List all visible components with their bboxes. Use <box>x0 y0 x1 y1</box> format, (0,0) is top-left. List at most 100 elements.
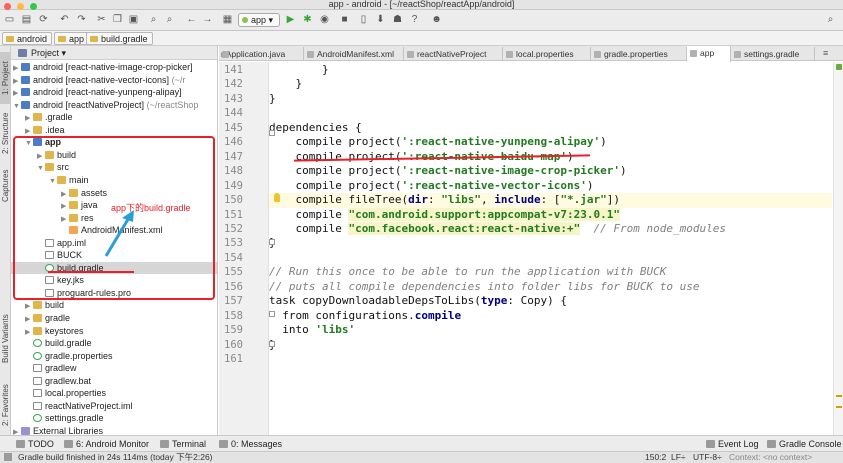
avd-manager-icon[interactable]: ▯ <box>357 13 370 26</box>
tab-react-native-project[interactable]: reactNativeProject <box>404 47 503 61</box>
code-line[interactable]: into 'libs' <box>269 323 832 338</box>
structure-tool-tab[interactable]: 2: Structure <box>0 106 11 160</box>
context-indicator[interactable]: Context: <no context> <box>729 452 812 463</box>
tree-item[interactable]: gradle.properties <box>11 350 217 363</box>
favorites-tool-tab[interactable]: 2: Favorites <box>0 382 11 428</box>
replace-icon[interactable]: ⌕ <box>163 13 176 26</box>
tab-settings-gradle[interactable]: settings.gradle <box>731 47 815 61</box>
tree-item[interactable]: local.properties <box>11 387 217 400</box>
code-line[interactable]: from configurations.compile <box>269 309 832 324</box>
warning-marker[interactable] <box>836 395 842 397</box>
tree-item[interactable]: ▶ gradle <box>11 312 217 325</box>
lightbulb-icon[interactable] <box>274 193 280 202</box>
code-line[interactable]: } <box>269 92 832 107</box>
tree-item[interactable]: ▶ build <box>11 299 217 312</box>
caret-position[interactable]: 150:2 <box>645 452 666 463</box>
code-line[interactable]: // Run this once to be able to run the a… <box>269 265 832 280</box>
find-icon[interactable]: ⌕ <box>147 13 160 26</box>
redo-icon[interactable]: ↷ <box>75 13 88 26</box>
code-line[interactable] <box>269 106 832 121</box>
help-icon[interactable]: ? <box>408 13 421 26</box>
tree-item[interactable]: gradlew.bat <box>11 375 217 388</box>
undo-icon[interactable]: ↶ <box>58 13 71 26</box>
tree-item[interactable]: ▶ .idea <box>11 124 217 137</box>
code-line[interactable]: } <box>269 236 832 251</box>
run-icon[interactable]: ▶ <box>284 13 297 26</box>
warning-marker[interactable] <box>836 406 842 408</box>
fold-icon[interactable] <box>269 130 275 136</box>
code-line[interactable] <box>269 251 832 266</box>
code-line[interactable]: compile "com.android.support:appcompat-v… <box>269 207 832 223</box>
fold-icon[interactable] <box>269 311 275 317</box>
breadcrumb-app[interactable]: app <box>54 32 90 45</box>
paste-icon[interactable]: ▣ <box>127 13 140 26</box>
code-line[interactable]: compile project(':react-native-vector-ic… <box>269 179 832 194</box>
code-line[interactable]: compile fileTree(dir: "libs", include: [… <box>269 193 832 208</box>
debug-icon[interactable]: ✱ <box>301 13 314 26</box>
project-tool-tab[interactable]: 1: Project <box>0 52 11 104</box>
tree-item[interactable]: build.gradle <box>11 337 217 350</box>
terminal-tool-button[interactable]: Terminal <box>158 438 206 450</box>
tab-app[interactable]: app <box>687 46 731 62</box>
android-icon[interactable]: ☻ <box>430 13 443 26</box>
android-monitor-icon[interactable]: ☗ <box>391 13 404 26</box>
tree-item[interactable]: ▼ android [reactNativeProject] (~/reactSh… <box>11 99 217 112</box>
code-line[interactable] <box>269 352 832 367</box>
search-everywhere-icon[interactable]: ⌕ <box>824 13 837 26</box>
gradle-console-tool-button[interactable]: Gradle Console <box>765 438 842 450</box>
tree-item[interactable]: ▶ .gradle <box>11 111 217 124</box>
todo-tool-button[interactable]: TODO <box>14 438 54 450</box>
tab-application-java[interactable]: nApplication.java <box>219 47 304 61</box>
open-folder-icon[interactable]: ▭ <box>3 13 16 26</box>
inspection-status-icon[interactable] <box>836 64 842 70</box>
breadcrumb-android[interactable]: android <box>2 32 53 45</box>
messages-tool-button[interactable]: 0: Messages <box>217 438 282 450</box>
forward-icon[interactable]: → <box>201 13 214 26</box>
code-line[interactable]: } <box>269 338 832 353</box>
back-icon[interactable]: ← <box>185 13 198 26</box>
save-all-icon[interactable]: ▤ <box>20 13 33 26</box>
editor-scrollbar[interactable] <box>833 62 843 435</box>
code-line[interactable]: } <box>269 77 832 92</box>
file-icon <box>33 376 42 385</box>
code-line[interactable]: dependencies { <box>269 121 832 136</box>
android-monitor-tool-button[interactable]: 6: Android Monitor <box>62 438 149 450</box>
code-line[interactable]: compile project(':react-native-image-cro… <box>269 164 832 179</box>
code-line[interactable]: compile project(':react-native-yunpeng-a… <box>269 135 832 150</box>
sdk-manager-icon[interactable]: ⬇ <box>374 13 387 26</box>
make-project-icon[interactable]: ▦ <box>221 13 234 26</box>
copy-icon[interactable]: ❐ <box>111 13 124 26</box>
fold-icon[interactable] <box>269 239 275 245</box>
fold-icon[interactable] <box>269 341 275 347</box>
tab-android-manifest[interactable]: AndroidManifest.xml <box>304 47 404 61</box>
code-line[interactable]: // puts all compile dependencies into fo… <box>269 280 832 295</box>
file-encoding[interactable]: UTF-8÷ <box>693 452 722 463</box>
code-line[interactable]: compile "com.facebook.react:react-native… <box>269 221 832 237</box>
tree-item[interactable]: ▶ android [react-native-vector-icons] (~/… <box>11 74 217 87</box>
tree-item[interactable]: ▶ External Libraries <box>11 425 217 435</box>
tree-item[interactable]: ▶ android [react-native-yunpeng-alipay] <box>11 86 217 99</box>
code-line[interactable]: task copyDownloadableDepsToLibs(type: Co… <box>269 294 832 309</box>
stop-icon[interactable]: ■ <box>338 13 351 26</box>
breadcrumb-build-gradle[interactable]: build.gradle <box>86 32 153 45</box>
expand-arrow-icon[interactable]: ▶ <box>13 427 21 435</box>
tab-gradle-properties[interactable]: gradle.properties <box>591 47 687 61</box>
run-config-select[interactable]: app ▾ <box>238 13 280 27</box>
tab-local-properties[interactable]: local.properties <box>503 47 591 61</box>
tree-item[interactable]: ▶ android [react-native-image-crop-picker… <box>11 61 217 74</box>
project-view-selector[interactable]: Project ▾ <box>11 46 217 60</box>
sync-icon[interactable]: ⟳ <box>37 13 50 26</box>
attach-debugger-icon[interactable]: ◉ <box>318 13 331 26</box>
tab-overflow-icon[interactable]: ≡ <box>823 48 828 58</box>
tree-item[interactable]: ▶ keystores <box>11 325 217 338</box>
tool-window-toggle-icon[interactable] <box>4 453 12 461</box>
cut-icon[interactable]: ✂ <box>95 13 108 26</box>
captures-tool-tab[interactable]: Captures <box>0 164 11 208</box>
tree-item[interactable]: settings.gradle <box>11 412 217 425</box>
build-variants-tool-tab[interactable]: Build Variants <box>0 310 11 368</box>
code-line[interactable]: } <box>269 63 832 78</box>
event-log-tool-button[interactable]: Event Log <box>704 438 759 450</box>
tree-item[interactable]: gradlew <box>11 362 217 375</box>
tree-item[interactable]: reactNativeProject.iml <box>11 400 217 413</box>
line-separator[interactable]: LF÷ <box>671 452 686 463</box>
